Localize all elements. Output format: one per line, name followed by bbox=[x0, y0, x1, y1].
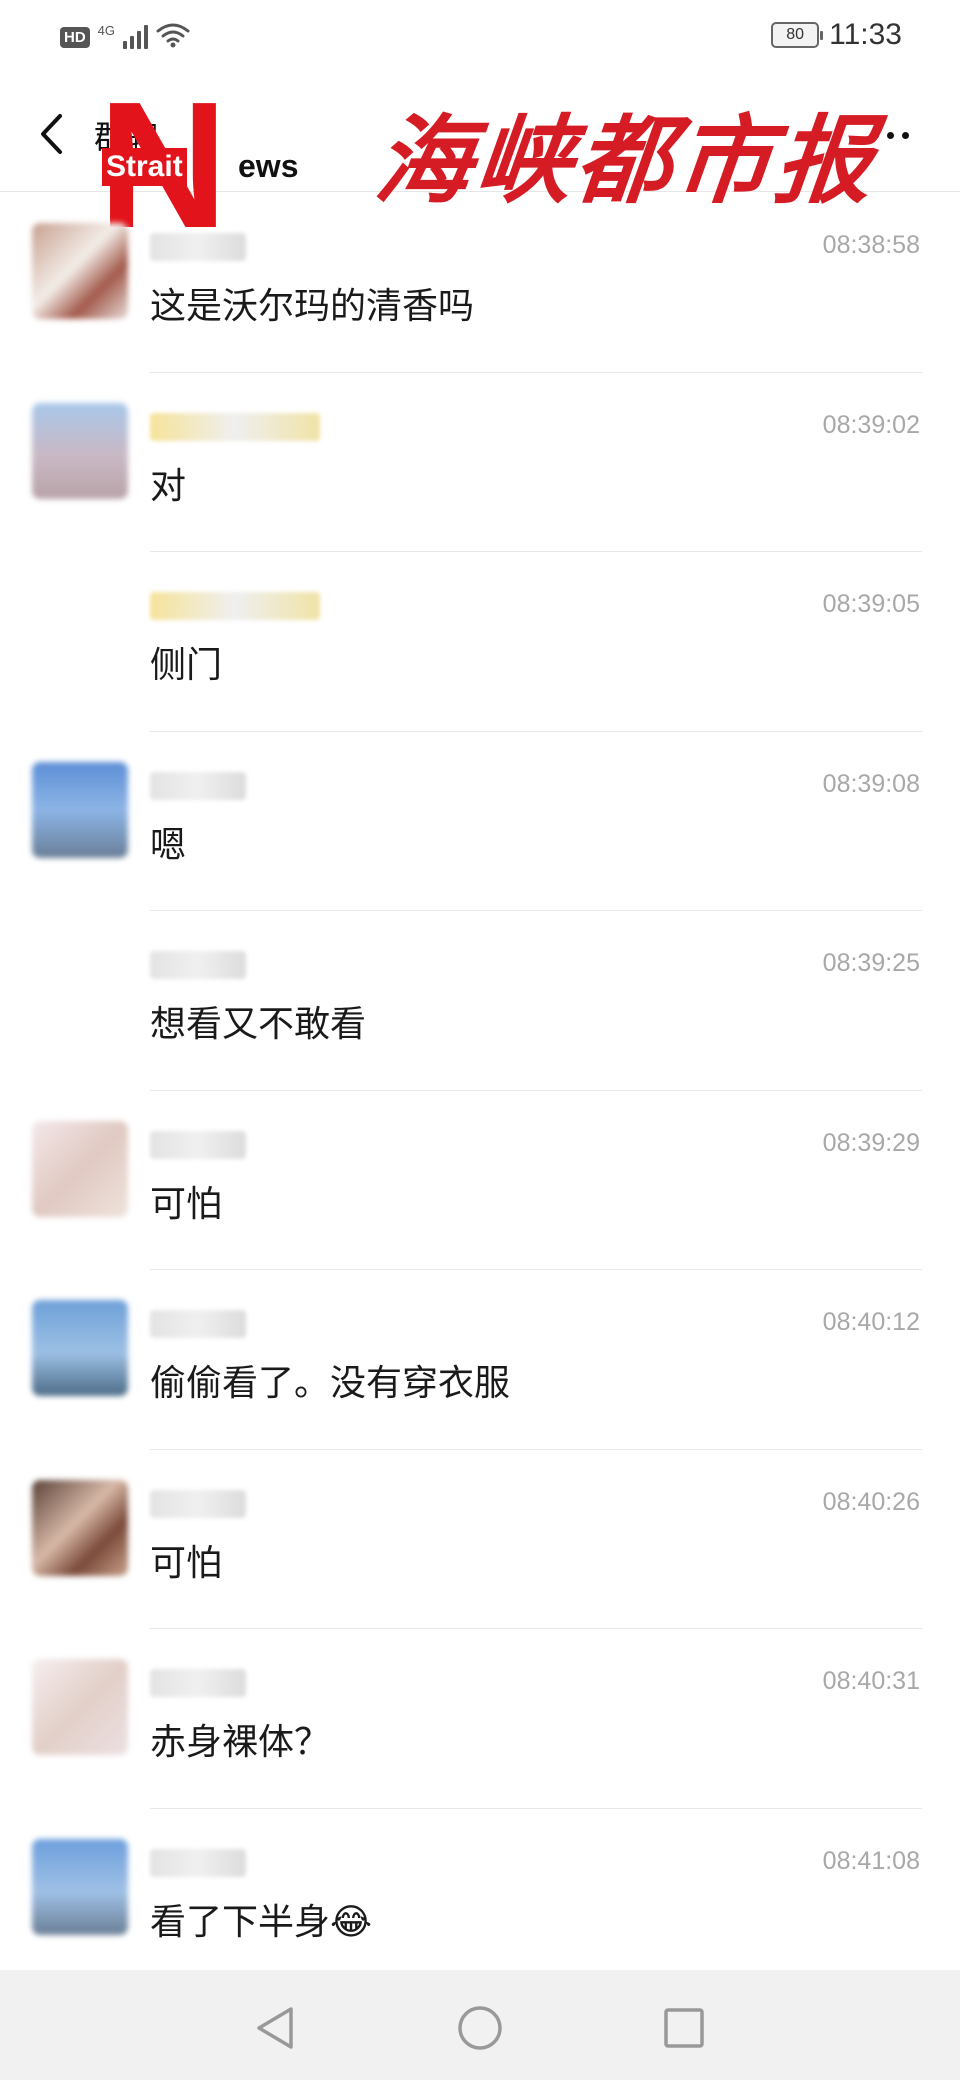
message-item[interactable]: 08:39:29 可怕 bbox=[0, 1091, 960, 1270]
avatar[interactable] bbox=[32, 223, 128, 319]
message-time: 08:40:31 bbox=[822, 1667, 920, 1695]
message-item[interactable]: 08:39:25 想看又不敢看 bbox=[0, 911, 960, 1091]
message-text: 对 bbox=[150, 465, 187, 507]
logo-strait: Strait bbox=[102, 148, 187, 186]
message-time: 08:40:26 bbox=[822, 1487, 920, 1516]
status-right: 80 11:33 bbox=[771, 18, 902, 52]
sender-name-blurred bbox=[150, 1848, 246, 1877]
sender-name-blurred bbox=[150, 1669, 246, 1697]
hd-badge: HD bbox=[60, 26, 90, 48]
avatar[interactable] bbox=[32, 1300, 128, 1396]
sender-name-blurred bbox=[150, 233, 246, 261]
avatar[interactable] bbox=[32, 761, 128, 858]
message-item[interactable]: 08:39:05 侧门 bbox=[0, 552, 960, 732]
system-navigation-bar bbox=[0, 1970, 960, 2080]
message-text: 可怕 bbox=[150, 1542, 223, 1584]
message-item[interactable]: 08:38:58 这是沃尔玛的清香吗 bbox=[0, 193, 960, 373]
message-item[interactable]: 08:40:12 偷偷看了。没有穿衣服 bbox=[0, 1270, 960, 1450]
sender-name-blurred bbox=[150, 592, 320, 620]
battery-level: 80 bbox=[786, 26, 805, 43]
avatar[interactable] bbox=[32, 1659, 128, 1755]
back-button[interactable] bbox=[26, 106, 76, 162]
message-item[interactable]: 08:39:02 对 bbox=[0, 373, 960, 552]
sender-name-blurred bbox=[150, 1130, 246, 1159]
message-text: 这是沃尔玛的清香吗 bbox=[150, 286, 475, 327]
message-time: 08:39:25 bbox=[822, 949, 920, 977]
message-item[interactable]: 08:41:08 看了下半身😂 bbox=[0, 1809, 960, 1989]
sender-name-blurred bbox=[150, 412, 320, 441]
logo-ews: ews bbox=[238, 148, 299, 184]
message-text: 看了下半身😂 bbox=[150, 1901, 373, 1943]
message-time: 08:39:29 bbox=[822, 1128, 920, 1157]
chevron-left-icon bbox=[41, 114, 62, 154]
triangle-back-icon bbox=[257, 2007, 293, 2049]
wifi-icon bbox=[156, 22, 190, 52]
sender-name-blurred bbox=[150, 771, 246, 800]
more-dot bbox=[901, 131, 909, 139]
avatar[interactable] bbox=[32, 1838, 128, 1935]
sender-name-blurred bbox=[150, 1489, 246, 1518]
message-text: 赤身裸体？ bbox=[150, 1722, 331, 1763]
battery-icon: 80 bbox=[771, 22, 824, 48]
message-item[interactable]: 08:40:26 可怕 bbox=[0, 1450, 960, 1629]
message-time: 08:39:08 bbox=[822, 769, 920, 798]
network-label: 4G bbox=[97, 22, 116, 38]
message-text: 侧门 bbox=[150, 645, 223, 686]
avatar[interactable] bbox=[32, 1479, 128, 1576]
message-time: 08:38:58 bbox=[822, 231, 920, 259]
circle-home-icon bbox=[458, 2006, 502, 2050]
message-time: 08:39:02 bbox=[822, 410, 920, 439]
message-item[interactable]: 08:39:08 嗯 bbox=[0, 732, 960, 911]
message-time: 08:40:12 bbox=[822, 1308, 920, 1336]
signal-icon bbox=[123, 25, 149, 49]
avatar[interactable] bbox=[32, 402, 128, 499]
clock: 11:33 bbox=[829, 18, 902, 51]
nav-home-button[interactable] bbox=[450, 1998, 510, 2058]
message-time: 08:41:08 bbox=[822, 1846, 920, 1875]
square-recent-icon bbox=[664, 2008, 704, 2048]
nav-recent-button[interactable] bbox=[654, 1998, 714, 2058]
message-list[interactable]: 08:38:58 这是沃尔玛的清香吗 08:39:02 对 08:39:05 侧… bbox=[0, 193, 960, 1988]
message-text: 偷偷看了。没有穿衣服 bbox=[150, 1363, 511, 1404]
status-left: HD 4G bbox=[60, 22, 190, 52]
message-item[interactable]: 08:40:31 赤身裸体？ bbox=[0, 1629, 960, 1809]
message-time: 08:39:05 bbox=[822, 590, 920, 618]
avatar[interactable] bbox=[32, 1120, 128, 1217]
sender-name-blurred bbox=[150, 951, 246, 979]
sender-name-blurred bbox=[150, 1310, 246, 1338]
more-dot bbox=[886, 131, 894, 139]
nav-back-button[interactable] bbox=[245, 1998, 305, 2058]
message-text: 可怕 bbox=[150, 1183, 223, 1225]
message-text: 嗯 bbox=[150, 824, 187, 866]
message-text: 想看又不敢看 bbox=[150, 1004, 367, 1045]
